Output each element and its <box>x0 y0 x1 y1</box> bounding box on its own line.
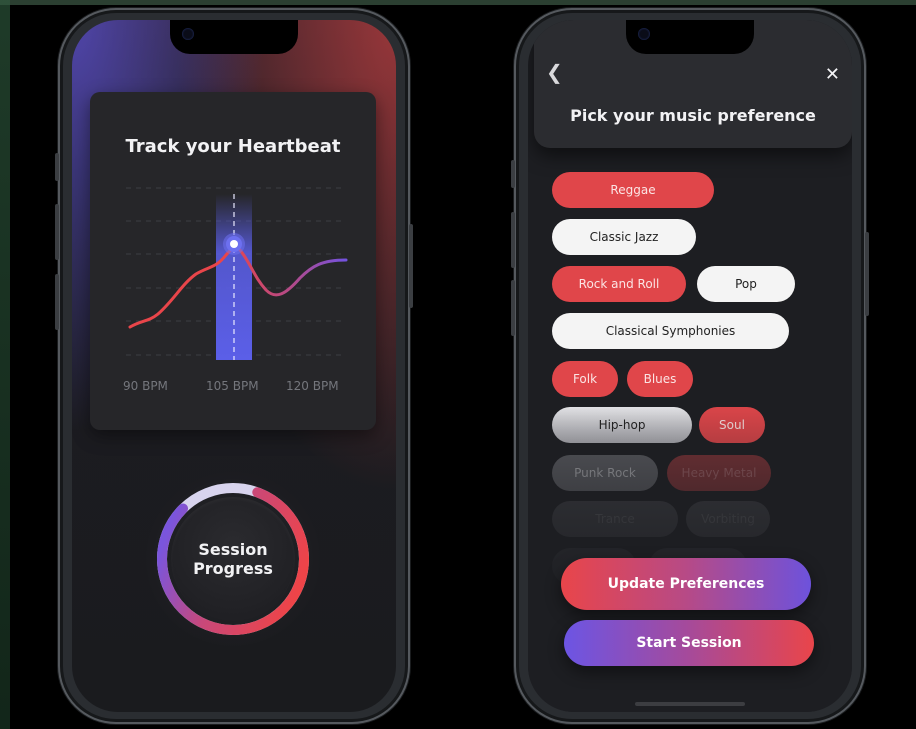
volume-up-button <box>55 204 59 260</box>
notch <box>170 20 298 54</box>
bpm-label-high: 120 BPM <box>286 379 339 393</box>
genre-chip-blues[interactable]: Blues <box>627 361 693 397</box>
preference-title: Pick your music preference <box>570 106 816 125</box>
camera-icon <box>182 28 194 40</box>
update-preferences-button[interactable]: Update Preferences <box>561 558 811 610</box>
bpm-label-mid: 105 BPM <box>206 379 259 393</box>
chevron-left-icon[interactable]: ❮ <box>546 60 563 84</box>
genre-chip-heavy-metal[interactable]: Heavy Metal <box>667 455 771 491</box>
volume-down-button <box>55 274 59 330</box>
genre-chip-punk-rock[interactable]: Punk Rock <box>552 455 658 491</box>
notch <box>626 20 754 54</box>
progress-label-line1: Session <box>198 540 268 559</box>
right-screen: ❮ ✕ Pick your music preference Reggae Cl… <box>528 20 852 712</box>
power-button <box>865 232 869 316</box>
mute-switch <box>55 153 59 181</box>
close-icon[interactable]: ✕ <box>825 64 840 85</box>
home-indicator <box>635 702 745 706</box>
session-progress[interactable]: Session Progress <box>142 468 324 650</box>
genre-chip-trance[interactable]: Trance <box>552 501 678 537</box>
power-button <box>409 224 413 308</box>
genre-chip-vorbiting[interactable]: Vorbiting <box>686 501 770 537</box>
genre-chip-classical-symphonies[interactable]: Classical Symphonies <box>552 313 789 349</box>
genre-chip-rock-and-roll[interactable]: Rock and Roll <box>552 266 686 302</box>
genre-chip-pop[interactable]: Pop <box>697 266 795 302</box>
phone-left: Track your Heartbeat 90 BPM 105 BPM 120 … <box>55 8 413 724</box>
genre-chip-folk[interactable]: Folk <box>552 361 618 397</box>
marker-center <box>230 240 238 248</box>
progress-center: Session Progress <box>171 497 295 621</box>
top-border-decoration <box>0 0 916 5</box>
progress-label-line2: Progress <box>193 559 273 578</box>
heartbeat-card: Track your Heartbeat 90 BPM 105 BPM 120 … <box>90 92 376 430</box>
left-screen: Track your Heartbeat 90 BPM 105 BPM 120 … <box>72 20 396 712</box>
genre-chip-reggae[interactable]: Reggae <box>552 172 714 208</box>
start-session-button[interactable]: Start Session <box>564 620 814 666</box>
genre-chip-soul[interactable]: Soul <box>699 407 765 443</box>
left-border-decoration <box>0 0 10 729</box>
mute-switch <box>511 160 515 188</box>
genre-chip-classic-jazz[interactable]: Classic Jazz <box>552 219 696 255</box>
camera-icon <box>638 28 650 40</box>
bpm-label-low: 90 BPM <box>123 379 168 393</box>
volume-up-button <box>511 212 515 268</box>
volume-down-button <box>511 280 515 336</box>
phone-right: ❮ ✕ Pick your music preference Reggae Cl… <box>511 8 869 724</box>
genre-chip-hip-hop[interactable]: Hip-hop <box>552 407 692 443</box>
